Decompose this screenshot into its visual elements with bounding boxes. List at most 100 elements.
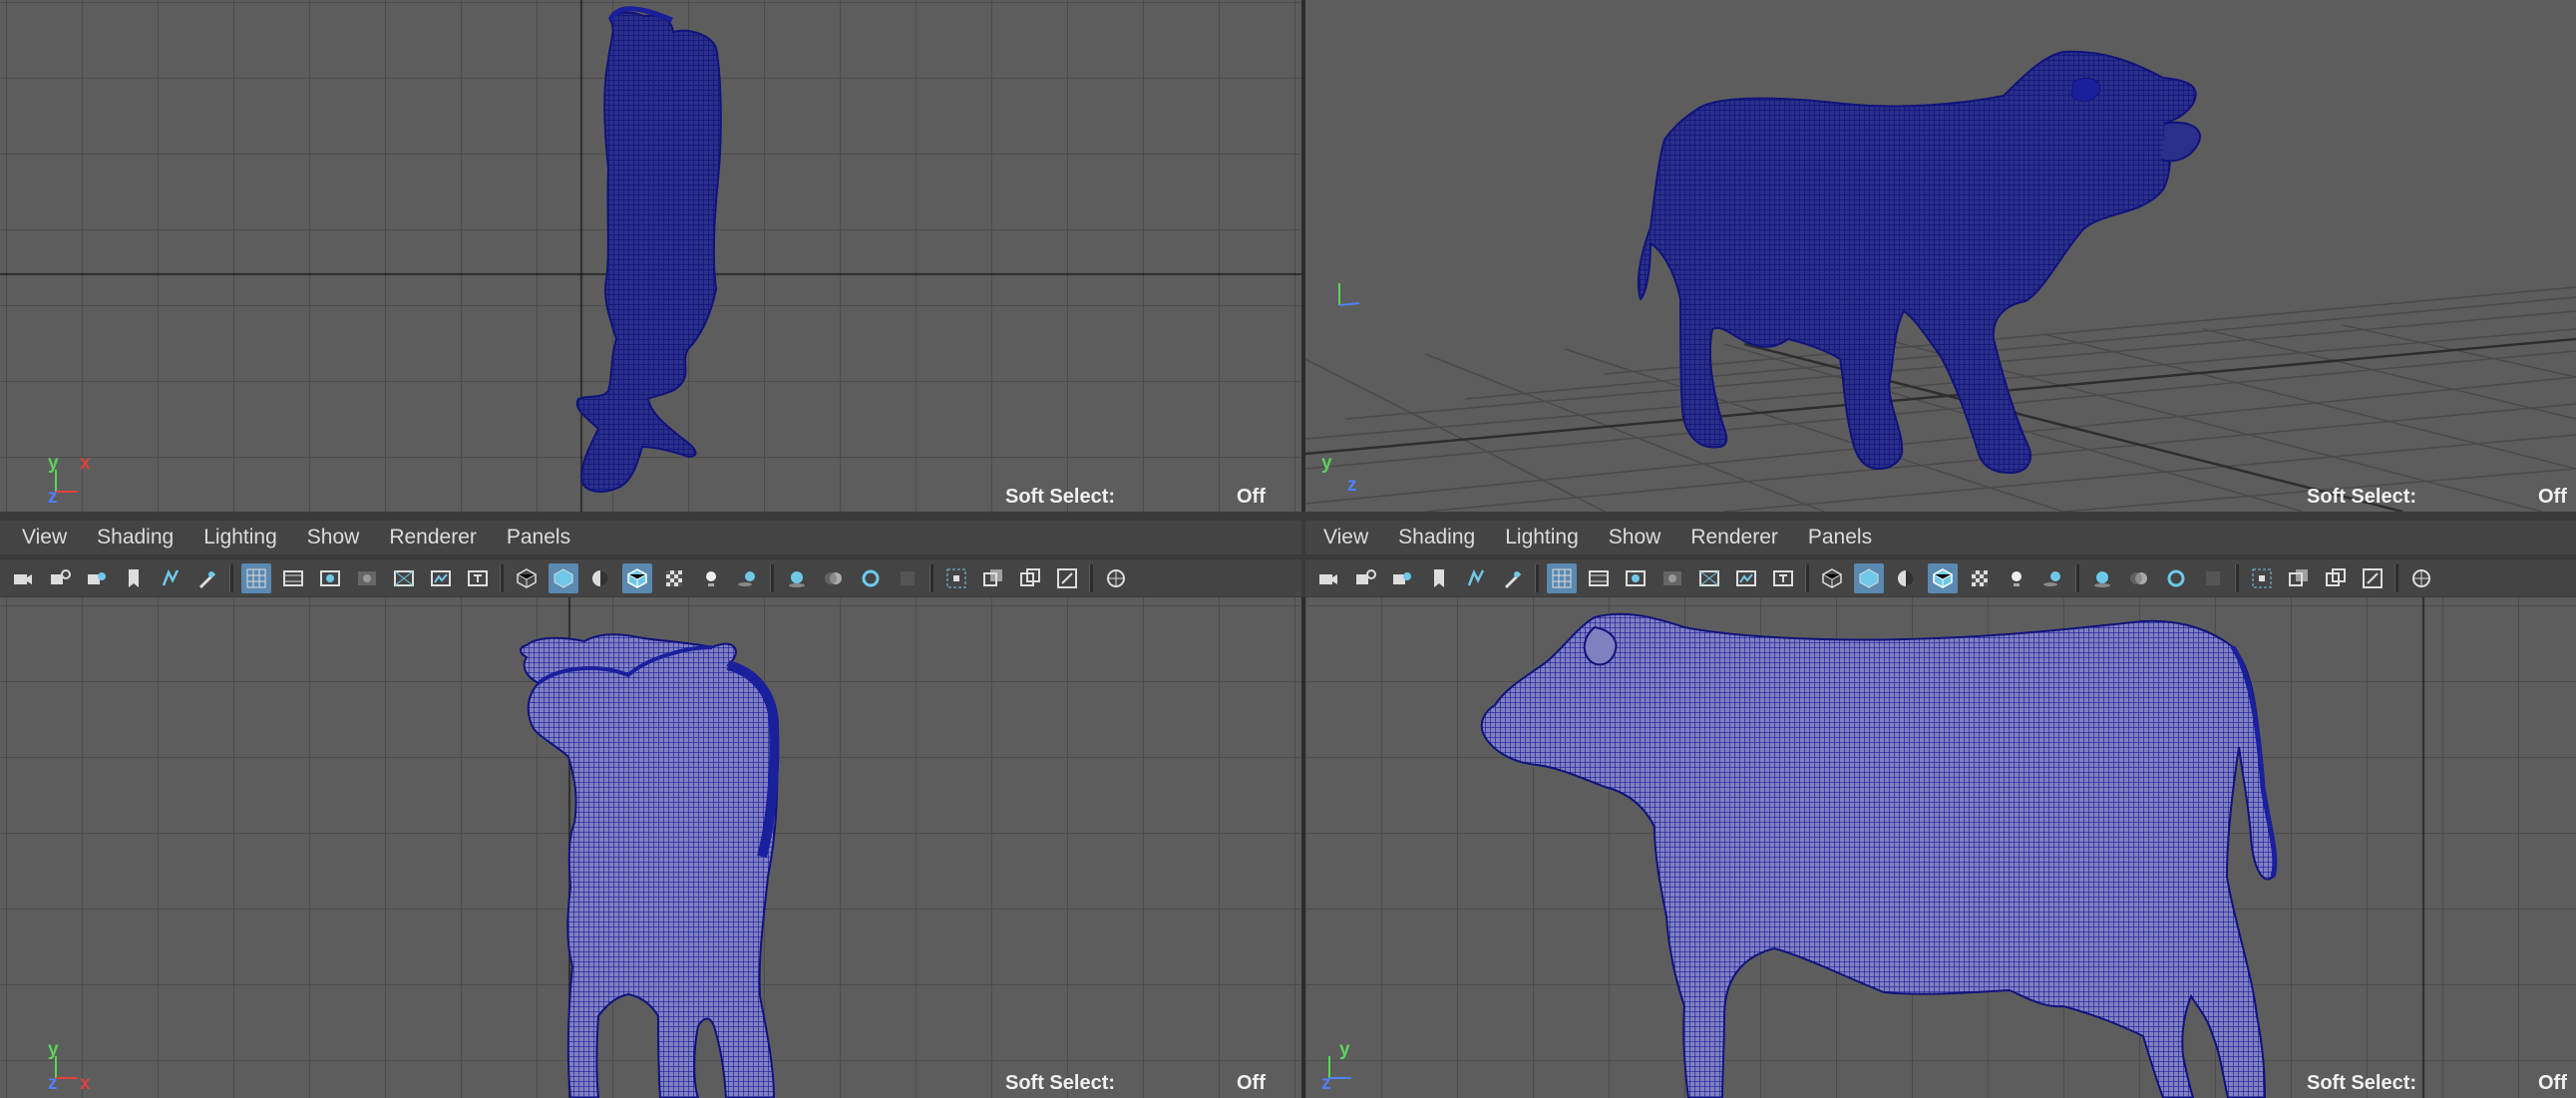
menu-shading[interactable]: Shading: [97, 526, 174, 549]
axis-y-label: y: [48, 453, 59, 474]
image-plane-icon[interactable]: [119, 563, 149, 593]
bookmarks-icon[interactable]: [1387, 563, 1417, 593]
toolbar-separator: [2075, 563, 2079, 592]
safe-action-icon[interactable]: [426, 563, 456, 593]
axis-z-label: z: [48, 1073, 58, 1094]
resolution-gate-icon[interactable]: [1621, 563, 1651, 593]
toolbar-separator: [929, 563, 933, 592]
axis-y-label: y: [1321, 453, 1332, 474]
soft-select-status: Soft Select: Off: [2307, 1070, 2571, 1096]
film-gate-icon[interactable]: [1584, 563, 1614, 593]
use-all-lights-icon[interactable]: [2002, 563, 2031, 593]
viewport-perspective[interactable]: y z Soft Select: Off: [1305, 0, 2576, 512]
use-default-material-icon[interactable]: [1891, 563, 1921, 593]
panel-toolbar-left: [0, 558, 1301, 596]
multisample-aa-icon[interactable]: [2161, 563, 2191, 593]
use-all-lights-icon[interactable]: [696, 563, 726, 593]
screen-space-ao-icon[interactable]: [782, 563, 812, 593]
toolbar-separator: [500, 563, 504, 592]
panel-menubar-left: View Shading Lighting Show Renderer Panels: [0, 521, 1301, 554]
soft-select-label: Soft Select:: [1005, 486, 1116, 508]
menu-renderer[interactable]: Renderer: [1690, 526, 1778, 549]
image-plane-icon[interactable]: [1424, 563, 1454, 593]
grease-pencil-icon[interactable]: [192, 563, 222, 593]
axis-gizmo: y z: [1315, 453, 1375, 506]
toolbar-separator: [2394, 563, 2398, 592]
screen-space-ao-icon[interactable]: [2087, 563, 2117, 593]
motion-blur-icon[interactable]: [819, 563, 849, 593]
axis-gizmo: y x z: [42, 453, 102, 507]
safe-title-icon[interactable]: [463, 563, 493, 593]
viewport-side[interactable]: y z Soft Select: Off: [1305, 597, 2576, 1098]
xray-components-icon[interactable]: [2358, 563, 2388, 593]
safe-title-icon[interactable]: [1768, 563, 1798, 593]
viewport-divider[interactable]: [1301, 0, 1305, 512]
shadows-icon[interactable]: [733, 563, 763, 593]
soft-select-value: Off: [2538, 1072, 2567, 1094]
isolate-select-icon[interactable]: [941, 563, 971, 593]
multisample-aa-icon[interactable]: [856, 563, 886, 593]
gate-mask-icon[interactable]: [352, 563, 382, 593]
xray-joints-icon[interactable]: [1015, 563, 1045, 593]
xray-icon[interactable]: [978, 563, 1008, 593]
toolbar-separator: [1535, 563, 1539, 592]
menu-show[interactable]: Show: [1609, 526, 1661, 549]
axis-gizmo: y z x: [42, 1040, 102, 1094]
axis-x-label: x: [80, 1073, 91, 1094]
shadows-icon[interactable]: [2038, 563, 2068, 593]
wireframe-icon[interactable]: [512, 563, 542, 593]
safe-action-icon[interactable]: [1731, 563, 1761, 593]
grease-pencil-icon[interactable]: [1498, 563, 1528, 593]
toolbar-separator: [770, 563, 774, 592]
select-camera-icon[interactable]: [1313, 563, 1343, 593]
menu-lighting[interactable]: Lighting: [1505, 526, 1579, 549]
menu-renderer[interactable]: Renderer: [389, 526, 477, 549]
select-camera-icon[interactable]: [8, 563, 38, 593]
menu-view[interactable]: View: [22, 526, 67, 549]
axis-z-label: z: [1347, 475, 1357, 496]
grid-icon[interactable]: [241, 562, 271, 593]
textured-icon[interactable]: [659, 563, 689, 593]
depth-of-field-icon[interactable]: [2198, 563, 2228, 593]
textured-icon[interactable]: [1965, 563, 1995, 593]
smooth-shade-icon[interactable]: [1854, 562, 1884, 593]
motion-blur-icon[interactable]: [2124, 563, 2154, 593]
film-gate-icon[interactable]: [278, 563, 308, 593]
depth-of-field-icon[interactable]: [893, 563, 922, 593]
menu-lighting[interactable]: Lighting: [203, 526, 277, 549]
viewport-top[interactable]: y x z Soft Select: Off: [0, 0, 1301, 512]
xray-joints-icon[interactable]: [2321, 563, 2351, 593]
isolate-select-icon[interactable]: [2247, 563, 2277, 593]
xray-icon[interactable]: [2284, 563, 2314, 593]
smooth-shade-icon[interactable]: [549, 562, 578, 593]
field-chart-icon[interactable]: [389, 563, 419, 593]
field-chart-icon[interactable]: [1694, 563, 1724, 593]
menu-show[interactable]: Show: [307, 526, 360, 549]
wireframe-on-shaded-icon[interactable]: [622, 562, 652, 593]
axis-z-label: z: [1321, 1073, 1331, 1094]
bookmarks-icon[interactable]: [82, 563, 112, 593]
cow-mesh-top: [575, 6, 722, 493]
wireframe-on-shaded-icon[interactable]: [1928, 562, 1958, 593]
menu-view[interactable]: View: [1323, 526, 1368, 549]
grid-icon[interactable]: [1547, 562, 1577, 593]
use-default-material-icon[interactable]: [585, 563, 615, 593]
xray-components-icon[interactable]: [1052, 563, 1082, 593]
camera-attributes-icon[interactable]: [1350, 563, 1380, 593]
cow-mesh-side: [1480, 612, 2278, 1098]
2d-pan-zoom-icon[interactable]: [1461, 563, 1491, 593]
resolution-gate-icon[interactable]: [315, 563, 345, 593]
viewport-front[interactable]: y z x Soft Select: Off: [0, 597, 1301, 1098]
camera-attributes-icon[interactable]: [45, 563, 75, 593]
toolbar-separator: [1089, 563, 1093, 592]
gate-mask-icon[interactable]: [1657, 563, 1687, 593]
exposure-icon[interactable]: [1101, 563, 1131, 593]
menu-panels[interactable]: Panels: [1808, 526, 1872, 549]
panel-menubar-right: View Shading Lighting Show Renderer Panels: [1305, 521, 2576, 554]
menu-panels[interactable]: Panels: [507, 526, 570, 549]
menu-shading[interactable]: Shading: [1398, 526, 1475, 549]
viewport-divider[interactable]: [1301, 597, 1305, 1098]
exposure-icon[interactable]: [2406, 563, 2436, 593]
2d-pan-zoom-icon[interactable]: [156, 563, 185, 593]
wireframe-icon[interactable]: [1817, 563, 1847, 593]
